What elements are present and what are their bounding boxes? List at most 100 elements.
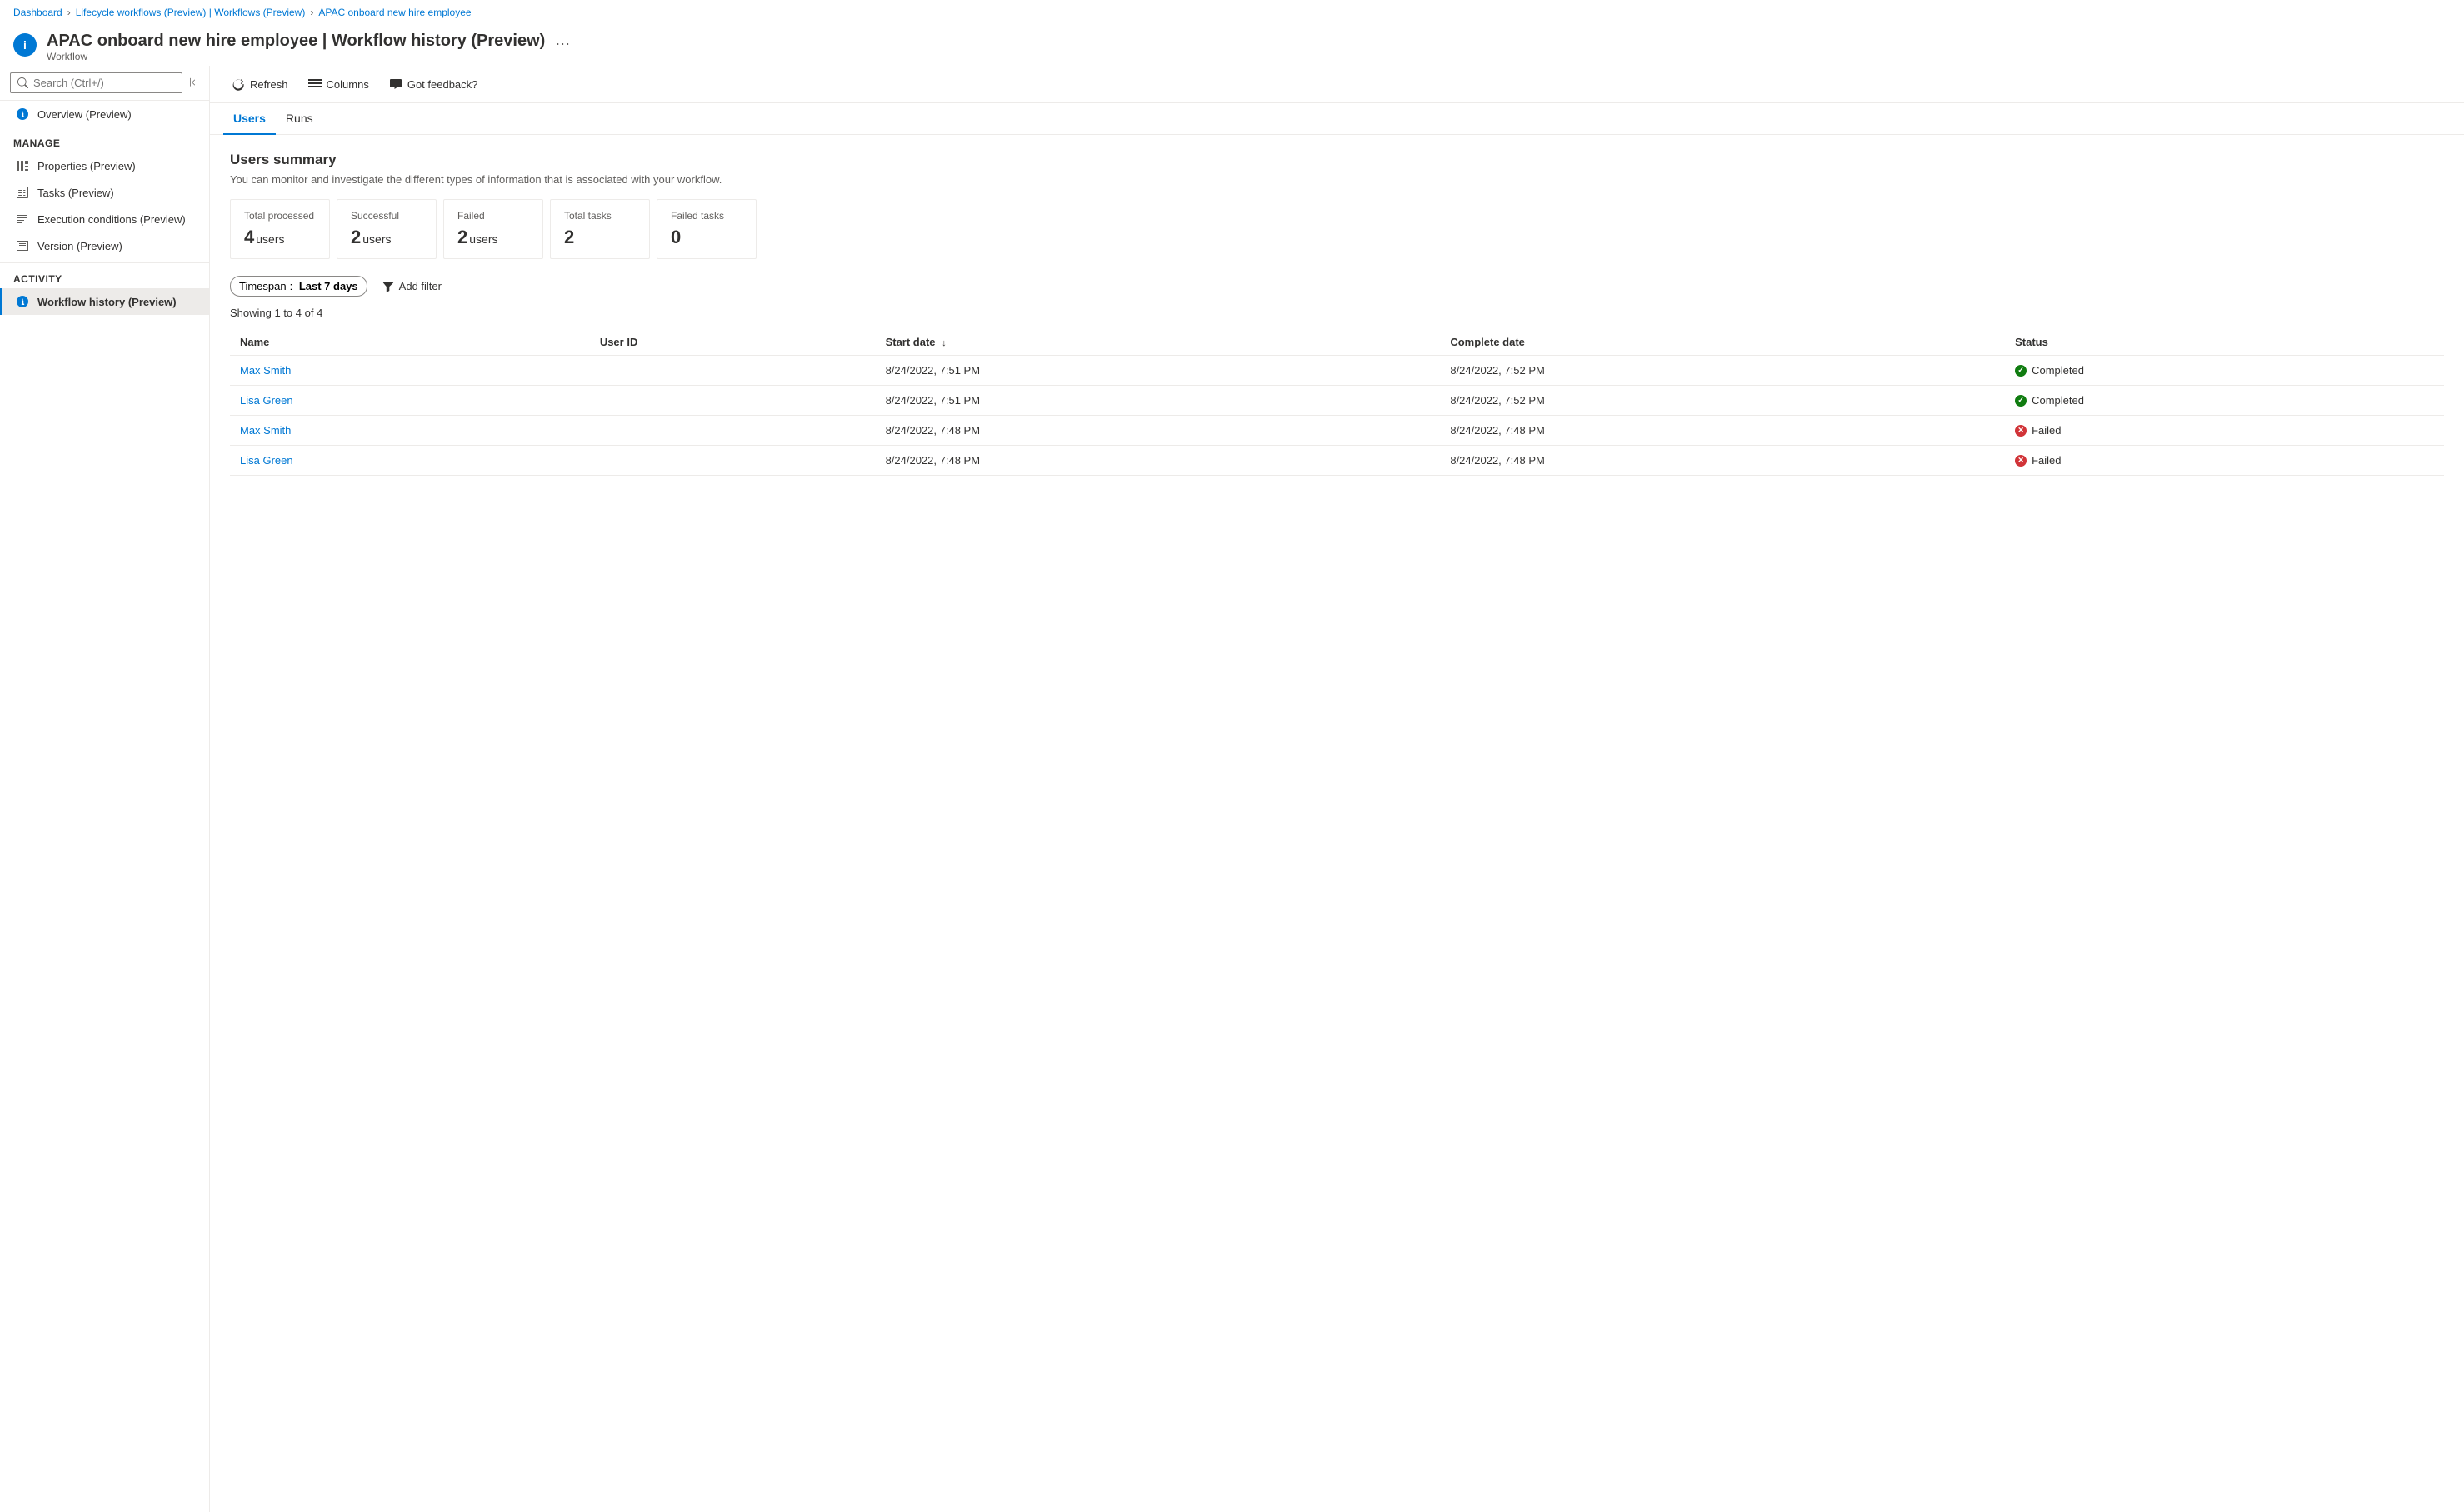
add-filter-label: Add filter xyxy=(399,280,442,292)
sidebar-item-version[interactable]: Version (Preview) xyxy=(0,232,209,259)
header-icon: i xyxy=(13,33,37,57)
execution-icon xyxy=(16,212,29,226)
collapse-sidebar-button[interactable] xyxy=(186,75,199,92)
user-name-link[interactable]: Lisa Green xyxy=(240,454,293,467)
status-label: Completed xyxy=(2032,364,2084,377)
card-failed: Failed 2users xyxy=(443,199,543,259)
feedback-button[interactable]: Got feedback? xyxy=(381,72,487,96)
page-subtitle: Workflow xyxy=(47,51,545,62)
status-label: Completed xyxy=(2032,394,2084,407)
section-description: You can monitor and investigate the diff… xyxy=(230,173,2444,186)
breadcrumb-dashboard[interactable]: Dashboard xyxy=(13,7,62,18)
sidebar-item-overview-label: Overview (Preview) xyxy=(37,108,132,121)
add-filter-button[interactable]: Add filter xyxy=(374,277,450,296)
refresh-label: Refresh xyxy=(250,78,288,91)
table-row: Lisa Green8/24/2022, 7:51 PM8/24/2022, 7… xyxy=(230,386,2444,416)
timespan-label: Timespan xyxy=(239,280,287,292)
sidebar-item-overview[interactable]: Overview (Preview) xyxy=(0,101,209,127)
completed-icon xyxy=(2015,365,2027,377)
sort-indicator: ↓ xyxy=(942,338,947,348)
history-icon xyxy=(16,295,29,308)
card-successful: Successful 2users xyxy=(337,199,437,259)
card-failed-title: Failed xyxy=(457,210,529,222)
timespan-filter-button[interactable]: Timespan : Last 7 days xyxy=(230,276,367,297)
col-user-id[interactable]: User ID xyxy=(590,329,876,356)
table-row: Lisa Green 8/24/2022, 7:48 PM8/24/2022, 7… xyxy=(230,446,2444,476)
info-icon xyxy=(16,107,29,121)
columns-label: Columns xyxy=(327,78,369,91)
refresh-icon xyxy=(232,77,245,91)
cell-status: Failed xyxy=(2005,416,2444,446)
failed-icon xyxy=(2015,455,2027,467)
section-title: Users summary xyxy=(230,152,2444,168)
timespan-value: Last 7 days xyxy=(299,280,358,292)
manage-section-title: Manage xyxy=(0,127,209,152)
feedback-label: Got feedback? xyxy=(407,78,478,91)
cell-complete-date: 8/24/2022, 7:52 PM xyxy=(1440,356,2005,386)
cell-start-date: 8/24/2022, 7:51 PM xyxy=(876,356,1441,386)
cell-complete-date: 8/24/2022, 7:48 PM xyxy=(1440,446,2005,476)
card-failed-value: 2users xyxy=(457,227,529,248)
user-name-link[interactable]: Max Smith xyxy=(240,424,291,437)
failed-icon xyxy=(2015,425,2027,437)
cell-complete-date: 8/24/2022, 7:48 PM xyxy=(1440,416,2005,446)
sidebar-item-execution[interactable]: Execution conditions (Preview) xyxy=(0,206,209,232)
breadcrumb-lifecycle[interactable]: Lifecycle workflows (Preview) | Workflow… xyxy=(76,7,306,18)
sidebar-item-history-label: Workflow history (Preview) xyxy=(37,296,177,308)
card-total-tasks: Total tasks 2 xyxy=(550,199,650,259)
cell-user-id xyxy=(590,446,876,476)
user-name-link[interactable]: Lisa Green xyxy=(240,394,293,407)
tab-users[interactable]: Users xyxy=(223,103,276,135)
status-label: Failed xyxy=(2032,454,2061,467)
page-title: APAC onboard new hire employee | Workflo… xyxy=(47,32,545,51)
main-content-area: Refresh Columns Got feedback? Users Runs xyxy=(210,66,2464,1512)
breadcrumb-sep-2: › xyxy=(310,7,313,18)
sidebar-item-tasks-label: Tasks (Preview) xyxy=(37,187,114,199)
version-icon xyxy=(16,239,29,252)
filters-row: Timespan : Last 7 days Add filter xyxy=(230,276,2444,297)
card-total-processed: Total processed 4users xyxy=(230,199,330,259)
refresh-button[interactable]: Refresh xyxy=(223,72,297,96)
sidebar-item-execution-label: Execution conditions (Preview) xyxy=(37,213,186,226)
sidebar-item-workflow-history[interactable]: Workflow history (Preview) xyxy=(0,288,209,315)
cell-start-date: 8/24/2022, 7:48 PM xyxy=(876,446,1441,476)
columns-icon xyxy=(308,77,322,91)
search-icon xyxy=(17,77,28,88)
cell-user-id xyxy=(590,386,876,416)
sidebar-item-tasks[interactable]: Tasks (Preview) xyxy=(0,179,209,206)
col-start-date[interactable]: Start date ↓ xyxy=(876,329,1441,356)
tasks-icon xyxy=(16,186,29,199)
cell-name: Lisa Green xyxy=(230,446,590,476)
filter-icon xyxy=(382,281,394,292)
page-header: i APAC onboard new hire employee | Workf… xyxy=(0,25,2464,66)
search-input[interactable] xyxy=(33,77,175,89)
cell-name: Max Smith xyxy=(230,416,590,446)
breadcrumb-apac[interactable]: APAC onboard new hire employee xyxy=(318,7,471,18)
col-name[interactable]: Name xyxy=(230,329,590,356)
cell-status: Failed xyxy=(2005,446,2444,476)
toolbar: Refresh Columns Got feedback? xyxy=(210,66,2464,103)
activity-section-title: Activity xyxy=(0,263,209,288)
card-total-tasks-value: 2 xyxy=(564,227,636,248)
cell-user-id xyxy=(590,416,876,446)
cell-status: Completed xyxy=(2005,386,2444,416)
user-name-link[interactable]: Max Smith xyxy=(240,364,291,377)
card-successful-value: 2users xyxy=(351,227,422,248)
table-row: Max Smith8/24/2022, 7:48 PM8/24/2022, 7:… xyxy=(230,416,2444,446)
cell-status: Completed xyxy=(2005,356,2444,386)
col-status[interactable]: Status xyxy=(2005,329,2444,356)
card-successful-title: Successful xyxy=(351,210,422,222)
sidebar-item-version-label: Version (Preview) xyxy=(37,240,122,252)
columns-button[interactable]: Columns xyxy=(300,72,377,96)
sidebar-item-properties[interactable]: Properties (Preview) xyxy=(0,152,209,179)
card-failed-tasks: Failed tasks 0 xyxy=(657,199,757,259)
header-more-button[interactable]: ··· xyxy=(555,35,570,52)
col-complete-date[interactable]: Complete date xyxy=(1440,329,2005,356)
card-total-tasks-title: Total tasks xyxy=(564,210,636,222)
users-content: Users summary You can monitor and invest… xyxy=(210,135,2464,1512)
tab-runs[interactable]: Runs xyxy=(276,103,323,135)
breadcrumb-sep-1: › xyxy=(67,7,71,18)
showing-text: Showing 1 to 4 of 4 xyxy=(230,307,2444,319)
feedback-icon xyxy=(389,77,402,91)
completed-icon xyxy=(2015,395,2027,407)
